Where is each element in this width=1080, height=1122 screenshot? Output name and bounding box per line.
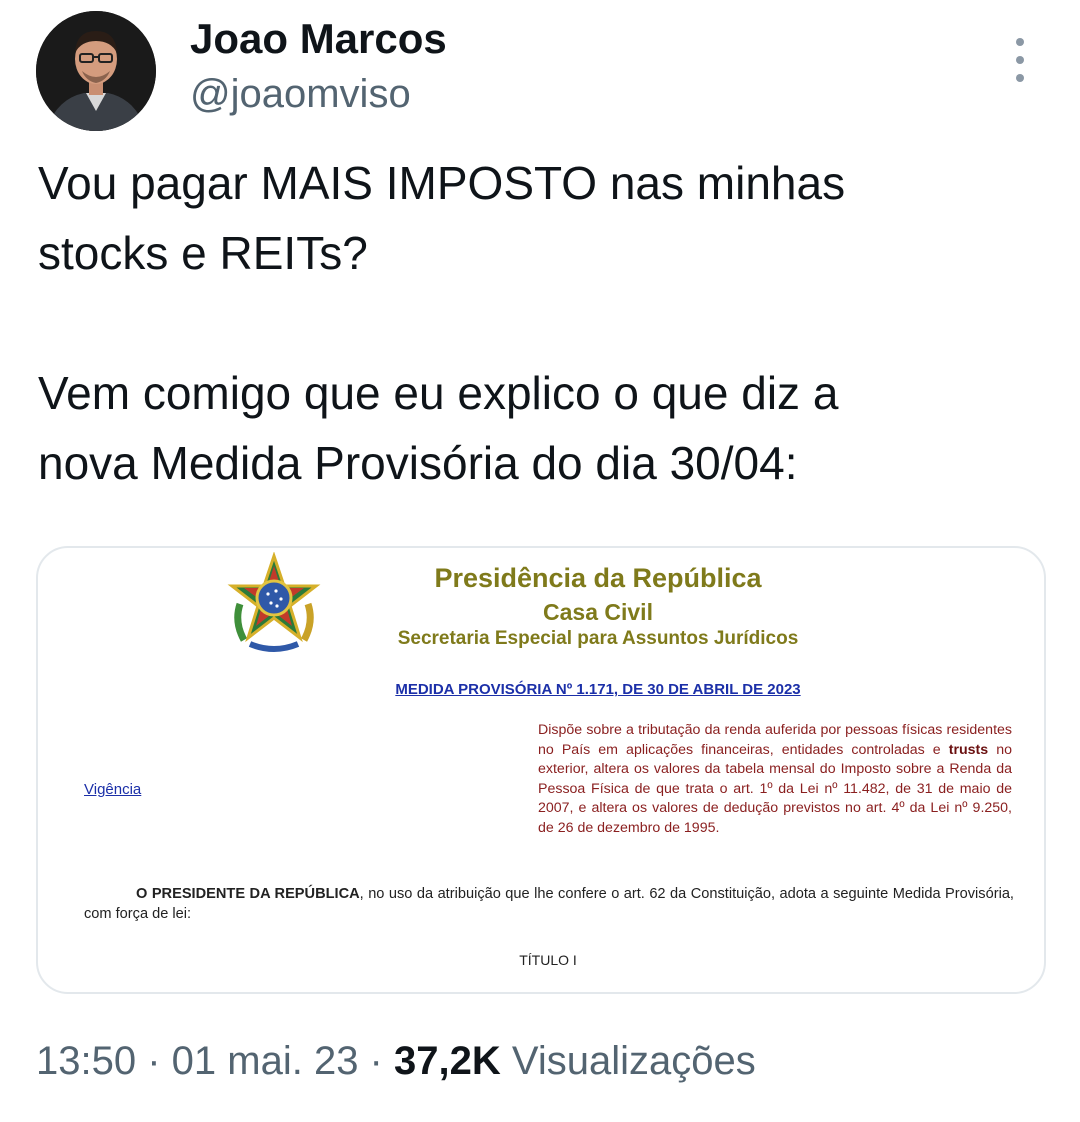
preamble-bold: O PRESIDENTE DA REPÚBLICA <box>136 886 360 902</box>
ementa-text-1: Dispõe sobre a tributação da renda aufer… <box>538 722 1012 758</box>
more-vertical-icon[interactable] <box>1000 38 1040 82</box>
tweet-meta: 13:50 · 01 mai. 23 · 37,2K Visualizações <box>36 1034 756 1088</box>
meta-separator: · <box>358 1039 394 1083</box>
doc-preamble: O PRESIDENTE DA REPÚBLICA, no uso da atr… <box>84 884 1014 924</box>
mp-title-link[interactable]: MEDIDA PROVISÓRIA Nº 1.171, DE 30 DE ABR… <box>238 680 958 700</box>
avatar[interactable] <box>36 11 156 131</box>
ementa-bold: trusts <box>948 741 989 758</box>
avatar-photo <box>36 11 156 131</box>
doc-secretariat: Secretaria Especial para Assuntos Jurídi… <box>397 628 799 649</box>
tweet-text: Vou pagar MAIS IMPOSTO nas minhas stocks… <box>38 157 846 489</box>
vigencia-link[interactable]: Vigência <box>84 780 141 800</box>
tweet-time[interactable]: 13:50 <box>36 1039 136 1083</box>
doc-subtitle: Casa Civil <box>543 599 653 625</box>
author-name[interactable]: Joao Marcos <box>190 14 447 64</box>
meta-separator: · <box>136 1039 172 1083</box>
views-label: Visualizações <box>511 1039 756 1083</box>
author-handle[interactable]: @joaomviso <box>190 70 411 118</box>
doc-ementa: Dispõe sobre a tributação da renda aufer… <box>538 721 1012 839</box>
tweet-date[interactable]: 01 mai. 23 <box>172 1039 359 1083</box>
doc-titulo: TÍTULO I <box>519 952 577 968</box>
views-count: 37,2K <box>393 1039 501 1083</box>
attached-image-card[interactable]: Presidência da República Casa Civil Secr… <box>36 546 1046 994</box>
doc-title: Presidência da República <box>434 563 762 593</box>
